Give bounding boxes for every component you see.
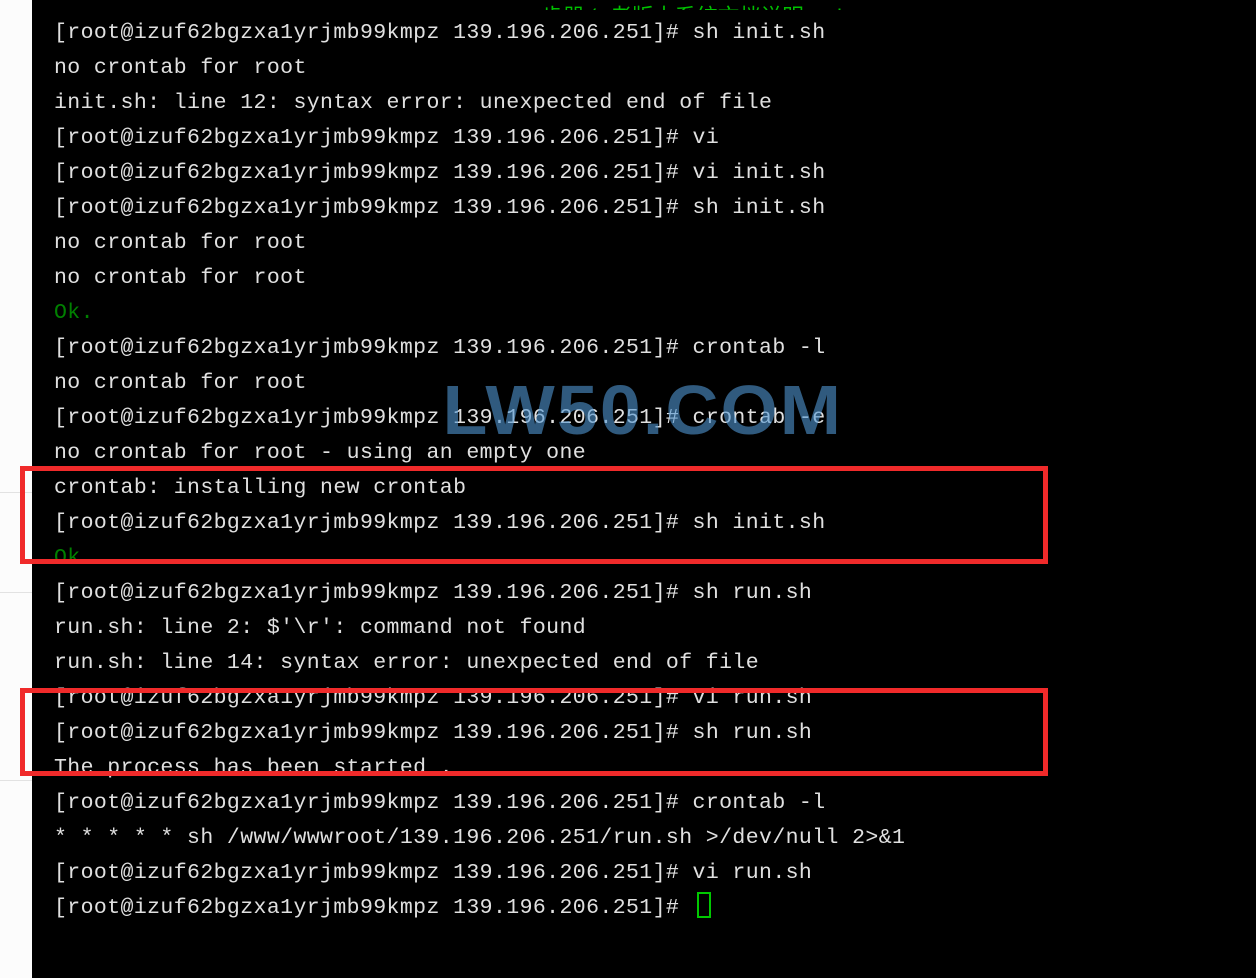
shell-prompt: [root@izuf62bgzxa1yrjmb99kmpz 139.196.20… [54, 336, 693, 360]
shell-output: no crontab for root [54, 231, 307, 255]
shell-command: sh init.sh [693, 21, 826, 45]
terminal-line: crontab: installing new crontab [54, 471, 1256, 506]
ok-message: Ok. [54, 301, 94, 325]
terminal-line: [root@izuf62bgzxa1yrjmb99kmpz 139.196.20… [54, 121, 1256, 156]
terminal-line: [root@izuf62bgzxa1yrjmb99kmpz 139.196.20… [54, 331, 1256, 366]
terminal-line: [root@izuf62bgzxa1yrjmb99kmpz 139.196.20… [54, 156, 1256, 191]
terminal-line: [root@izuf62bgzxa1yrjmb99kmpz 139.196.20… [54, 506, 1256, 541]
terminal-line: no crontab for root [54, 226, 1256, 261]
left-gutter [0, 0, 32, 978]
terminal-line: no crontab for root [54, 261, 1256, 296]
shell-prompt: [root@izuf62bgzxa1yrjmb99kmpz 139.196.20… [54, 406, 693, 430]
shell-prompt: [root@izuf62bgzxa1yrjmb99kmpz 139.196.20… [54, 896, 693, 920]
shell-output: no crontab for root - using an empty one [54, 441, 586, 465]
terminal-cursor [697, 892, 711, 918]
ok-message: Ok. [54, 546, 94, 570]
shell-prompt: [root@izuf62bgzxa1yrjmb99kmpz 139.196.20… [54, 861, 693, 885]
terminal-line: no crontab for root - using an empty one [54, 436, 1256, 471]
shell-command: vi init.sh [693, 161, 826, 185]
shell-prompt: [root@izuf62bgzxa1yrjmb99kmpz 139.196.20… [54, 511, 693, 535]
shell-prompt: [root@izuf62bgzxa1yrjmb99kmpz 139.196.20… [54, 21, 693, 45]
terminal-line: [root@izuf62bgzxa1yrjmb99kmpz 139.196.20… [54, 681, 1256, 716]
terminal-line: [root@izuf62bgzxa1yrjmb99kmpz 139.196.20… [54, 191, 1256, 226]
shell-command: crontab -e [693, 406, 826, 430]
shell-output: no crontab for root [54, 266, 307, 290]
shell-prompt: [root@izuf62bgzxa1yrjmb99kmpz 139.196.20… [54, 161, 693, 185]
terminal-line: run.sh: line 14: syntax error: unexpecte… [54, 646, 1256, 681]
terminal-line: * * * * * sh /www/wwwroot/139.196.206.25… [54, 821, 1256, 856]
shell-command: crontab -l [693, 791, 826, 815]
shell-command: vi run.sh [693, 861, 813, 885]
terminal-line: The process has been started . [54, 751, 1256, 786]
shell-output: run.sh: line 14: syntax error: unexpecte… [54, 651, 759, 675]
gutter-separator [0, 492, 32, 493]
shell-command: sh run.sh [693, 721, 813, 745]
shell-command: vi run.sh [693, 686, 813, 710]
shell-command: sh init.sh [693, 511, 826, 535]
shell-output: run.sh: line 2: $'\r': command not found [54, 616, 586, 640]
shell-prompt: [root@izuf62bgzxa1yrjmb99kmpz 139.196.20… [54, 686, 693, 710]
gutter-separator [0, 780, 32, 781]
top-clipped-line: rwx xr x 1 www www 63722 Oct 1 09:56 步器/… [64, 0, 1256, 10]
terminal-line: [root@izuf62bgzxa1yrjmb99kmpz 139.196.20… [54, 16, 1256, 51]
shell-command: crontab -l [693, 336, 826, 360]
terminal-content[interactable]: [root@izuf62bgzxa1yrjmb99kmpz 139.196.20… [32, 0, 1256, 926]
shell-command: sh run.sh [693, 581, 813, 605]
shell-prompt: [root@izuf62bgzxa1yrjmb99kmpz 139.196.20… [54, 126, 693, 150]
terminal-line: no crontab for root [54, 51, 1256, 86]
gutter-separator [0, 592, 32, 593]
terminal-line: [root@izuf62bgzxa1yrjmb99kmpz 139.196.20… [54, 576, 1256, 611]
shell-output: init.sh: line 12: syntax error: unexpect… [54, 91, 772, 115]
shell-command: vi [693, 126, 720, 150]
topfrag-green: 步器/ 老版本系统文档说明 .docx [541, 7, 881, 10]
shell-output: no crontab for root [54, 56, 307, 80]
shell-prompt: [root@izuf62bgzxa1yrjmb99kmpz 139.196.20… [54, 196, 693, 220]
terminal-line: [root@izuf62bgzxa1yrjmb99kmpz 139.196.20… [54, 891, 1256, 926]
shell-output: crontab: installing new crontab [54, 476, 466, 500]
terminal-line: run.sh: line 2: $'\r': command not found [54, 611, 1256, 646]
shell-output: The process has been started . [54, 756, 453, 780]
terminal-line: [root@izuf62bgzxa1yrjmb99kmpz 139.196.20… [54, 401, 1256, 436]
shell-prompt: [root@izuf62bgzxa1yrjmb99kmpz 139.196.20… [54, 721, 693, 745]
terminal-window[interactable]: rwx xr x 1 www www 63722 Oct 1 09:56 步器/… [32, 0, 1256, 978]
terminal-line: [root@izuf62bgzxa1yrjmb99kmpz 139.196.20… [54, 856, 1256, 891]
terminal-line: [root@izuf62bgzxa1yrjmb99kmpz 139.196.20… [54, 716, 1256, 751]
terminal-line: Ok. [54, 541, 1256, 576]
shell-output: * * * * * sh /www/wwwroot/139.196.206.25… [54, 826, 905, 850]
shell-prompt: [root@izuf62bgzxa1yrjmb99kmpz 139.196.20… [54, 581, 693, 605]
terminal-line: no crontab for root [54, 366, 1256, 401]
topfrag-plain: rwx xr x 1 www www 63722 Oct 1 09:56 [64, 7, 541, 10]
terminal-line: init.sh: line 12: syntax error: unexpect… [54, 86, 1256, 121]
terminal-line: Ok. [54, 296, 1256, 331]
shell-command: sh init.sh [693, 196, 826, 220]
terminal-line: [root@izuf62bgzxa1yrjmb99kmpz 139.196.20… [54, 786, 1256, 821]
shell-prompt: [root@izuf62bgzxa1yrjmb99kmpz 139.196.20… [54, 791, 693, 815]
shell-output: no crontab for root [54, 371, 307, 395]
